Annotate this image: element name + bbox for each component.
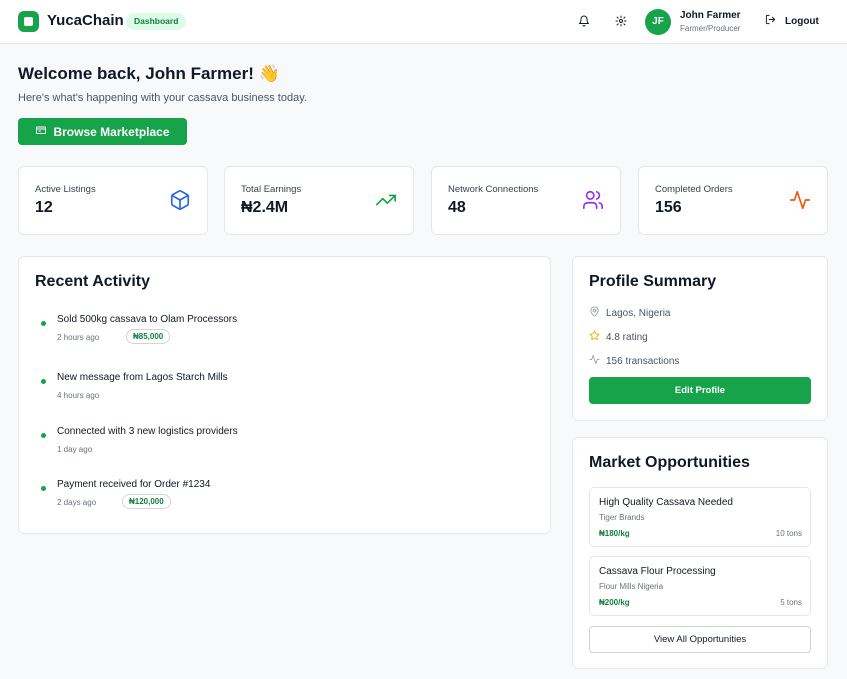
- opportunity-company: Flour Mills Nigeria: [599, 582, 664, 591]
- dashboard-badge: Dashboard: [126, 13, 187, 30]
- star-icon: [589, 330, 600, 344]
- logout-label: Logout: [785, 15, 819, 27]
- stat-label: Active Listings: [35, 184, 96, 195]
- stat-card-completed-orders: Completed Orders 156: [638, 166, 828, 235]
- activity-time: 2 days ago: [57, 498, 97, 507]
- recent-activity-title: Recent Activity: [35, 273, 150, 290]
- activity-time: 1 day ago: [57, 445, 93, 454]
- stat-card-active-listings: Active Listings 12: [18, 166, 208, 235]
- logout-icon: [765, 14, 776, 28]
- store-icon: [35, 124, 47, 139]
- page-subtitle: Here's what's happening with your cassav…: [18, 92, 307, 104]
- stat-value: ₦2.4M: [241, 199, 289, 216]
- opportunity-price: ₦200/kg: [599, 598, 630, 607]
- stat-label: Network Connections: [448, 184, 539, 195]
- opportunity-quantity: 5 tons: [780, 598, 802, 607]
- stat-label: Completed Orders: [655, 184, 733, 195]
- browse-marketplace-button[interactable]: Browse Marketplace: [18, 118, 187, 145]
- logo-icon[interactable]: [18, 11, 39, 32]
- market-opportunities-title: Market Opportunities: [589, 454, 750, 471]
- market-opportunities-panel: Market Opportunities High Quality Cassav…: [572, 437, 828, 669]
- opportunity-title: High Quality Cassava Needed: [599, 497, 733, 508]
- page-title: Welcome back, John Farmer! 👋: [18, 64, 280, 83]
- activity-title: New message from Lagos Starch Mills: [57, 372, 228, 383]
- opportunity-company: Tiger Brands: [599, 513, 645, 522]
- bell-icon[interactable]: [576, 13, 592, 29]
- activity-title: Connected with 3 new logistics providers: [57, 426, 238, 437]
- top-header: YucaChain Dashboard JF John Farmer Farme…: [0, 0, 847, 44]
- activity-title: Sold 500kg cassava to Olam Processors: [57, 314, 238, 325]
- logout-button[interactable]: Logout: [759, 9, 831, 33]
- profile-rating: 4.8 rating: [589, 330, 648, 344]
- profile-summary-title: Profile Summary: [589, 273, 717, 290]
- activity-title: Payment received for Order #1234: [57, 479, 211, 490]
- status-dot: [41, 379, 46, 384]
- opportunity-card[interactable]: High Quality Cassava Needed Tiger Brands…: [589, 487, 811, 547]
- view-all-opportunities-button[interactable]: View All Opportunities: [589, 626, 811, 653]
- activity-time: 4 hours ago: [57, 391, 100, 400]
- opportunity-card[interactable]: Cassava Flour Processing Flour Mills Nig…: [589, 556, 811, 616]
- stat-value: 12: [35, 199, 53, 216]
- activity-time: 2 hours ago: [57, 333, 100, 342]
- avatar[interactable]: JF: [645, 9, 671, 35]
- brand-name[interactable]: YucaChain: [47, 12, 124, 29]
- stat-card-network-connections: Network Connections 48: [431, 166, 621, 235]
- status-dot: [41, 321, 46, 326]
- stat-value: 48: [448, 199, 466, 216]
- opportunity-price: ₦180/kg: [599, 529, 630, 538]
- stat-label: Total Earnings: [241, 184, 302, 195]
- activity-icon: [789, 189, 811, 211]
- gear-icon[interactable]: [613, 13, 629, 29]
- user-role: Farmer/Producer: [680, 24, 741, 33]
- users-icon: [582, 189, 604, 211]
- activity-icon: [589, 354, 600, 368]
- package-icon: [169, 189, 191, 211]
- location-text: Lagos, Nigeria: [606, 307, 671, 319]
- edit-profile-button[interactable]: Edit Profile: [589, 377, 811, 404]
- rating-text: 4.8 rating: [606, 331, 648, 343]
- opportunity-title: Cassava Flour Processing: [599, 566, 716, 577]
- stat-value: 156: [655, 199, 682, 216]
- opportunity-quantity: 10 tons: [775, 529, 802, 538]
- user-name: John Farmer: [680, 10, 741, 21]
- activity-amount-badge: ₦85,000: [126, 329, 171, 344]
- profile-summary-panel: Profile Summary Lagos, Nigeria 4.8 ratin…: [572, 256, 828, 421]
- stat-card-total-earnings: Total Earnings ₦2.4M: [224, 166, 414, 235]
- trending-up-icon: [375, 189, 397, 211]
- activity-amount-badge: ₦120,000: [122, 494, 171, 509]
- browse-marketplace-label: Browse Marketplace: [53, 124, 170, 139]
- transactions-text: 156 transactions: [606, 355, 680, 367]
- profile-location: Lagos, Nigeria: [589, 306, 670, 320]
- status-dot: [41, 486, 46, 491]
- status-dot: [41, 433, 46, 438]
- recent-activity-panel: Recent Activity Sold 500kg cassava to Ol…: [18, 256, 551, 534]
- map-pin-icon: [589, 306, 600, 320]
- profile-transactions: 156 transactions: [589, 354, 679, 368]
